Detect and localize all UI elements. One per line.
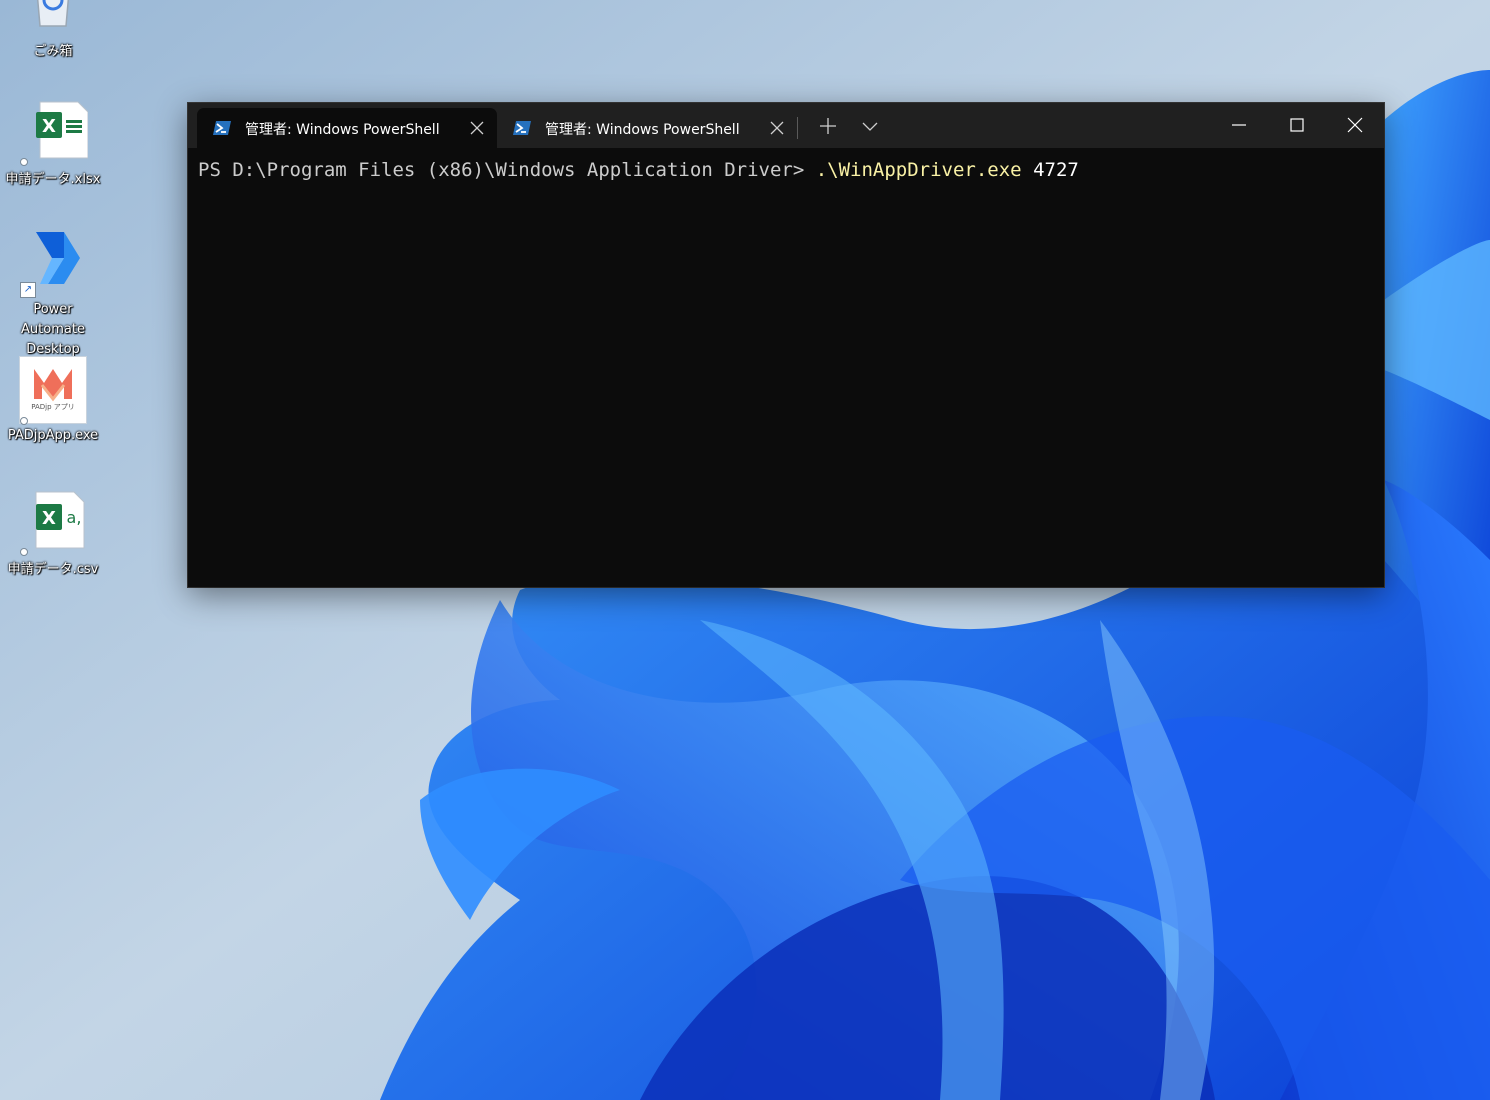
minimize-icon bbox=[1232, 124, 1246, 126]
svg-text:a,: a, bbox=[67, 508, 82, 527]
desktop-icon-power-automate[interactable]: ↗ Power Automate Desktop bbox=[0, 228, 106, 360]
padjp-app-icon: PADjp アプリ bbox=[19, 356, 87, 425]
shortcut-overlay-icon bbox=[20, 158, 28, 166]
tab-dropdown-chevron-down-icon[interactable] bbox=[860, 116, 880, 136]
close-button[interactable] bbox=[1326, 103, 1384, 148]
desktop-icon-csv[interactable]: X a, 申請データ.csv bbox=[0, 488, 106, 580]
tab-close-icon[interactable] bbox=[469, 120, 485, 136]
powershell-icon bbox=[213, 121, 231, 135]
maximize-button[interactable] bbox=[1268, 103, 1326, 148]
desktop-icon-label: Power Automate Desktop bbox=[21, 302, 85, 357]
close-icon bbox=[1347, 117, 1363, 133]
tab-powershell-1[interactable]: 管理者: Windows PowerShell bbox=[197, 108, 497, 148]
tab-powershell-2[interactable]: 管理者: Windows PowerShell bbox=[497, 108, 797, 148]
console-command: .\WinAppDriver.exe bbox=[815, 159, 1022, 181]
desktop-icon-label: PADjpApp.exe bbox=[7, 428, 99, 443]
desktop-icon-label: 申請データ.xlsx bbox=[5, 172, 101, 187]
shortcut-arrow-icon: ↗ bbox=[20, 282, 36, 298]
console-output[interactable]: PS D:\Program Files (x86)\Windows Applic… bbox=[198, 158, 1374, 182]
power-automate-icon: ↗ bbox=[18, 228, 88, 298]
svg-text:X: X bbox=[42, 508, 56, 529]
excel-icon: X bbox=[18, 98, 89, 168]
console-argument: 4727 bbox=[1033, 159, 1079, 181]
desktop-icon-recycle-bin[interactable]: ごみ箱 bbox=[0, 0, 106, 62]
terminal-window[interactable]: 管理者: Windows PowerShell 管理者: Windows Pow… bbox=[188, 103, 1384, 587]
terminal-titlebar[interactable]: 管理者: Windows PowerShell 管理者: Windows Pow… bbox=[188, 103, 1384, 148]
desktop-icon-padjp-app[interactable]: PADjp アプリ PADjpApp.exe bbox=[0, 356, 106, 446]
padjp-icon-caption: PADjp アプリ bbox=[31, 403, 75, 411]
console-prompt: PS D:\Program Files (x86)\Windows Applic… bbox=[198, 159, 816, 181]
tab-separator bbox=[797, 117, 798, 139]
tab-title: 管理者: Windows PowerShell bbox=[245, 122, 440, 138]
tab-title: 管理者: Windows PowerShell bbox=[545, 122, 740, 138]
tab-close-icon[interactable] bbox=[769, 120, 785, 136]
minimize-button[interactable] bbox=[1210, 103, 1268, 148]
excel-csv-icon: X a, bbox=[18, 488, 88, 558]
desktop-icon-label: 申請データ.csv bbox=[7, 562, 99, 577]
maximize-icon bbox=[1290, 118, 1304, 132]
shortcut-overlay-icon bbox=[20, 417, 28, 425]
recycle-bin-icon bbox=[18, 0, 88, 40]
desktop-icon-label: ごみ箱 bbox=[33, 44, 73, 59]
shortcut-overlay-icon bbox=[20, 548, 28, 556]
new-tab-plus-icon[interactable] bbox=[818, 116, 838, 136]
desktop-icon-excel-xlsx[interactable]: X 申請データ.xlsx bbox=[0, 98, 106, 190]
powershell-icon bbox=[513, 121, 531, 135]
svg-text:X: X bbox=[42, 116, 56, 137]
